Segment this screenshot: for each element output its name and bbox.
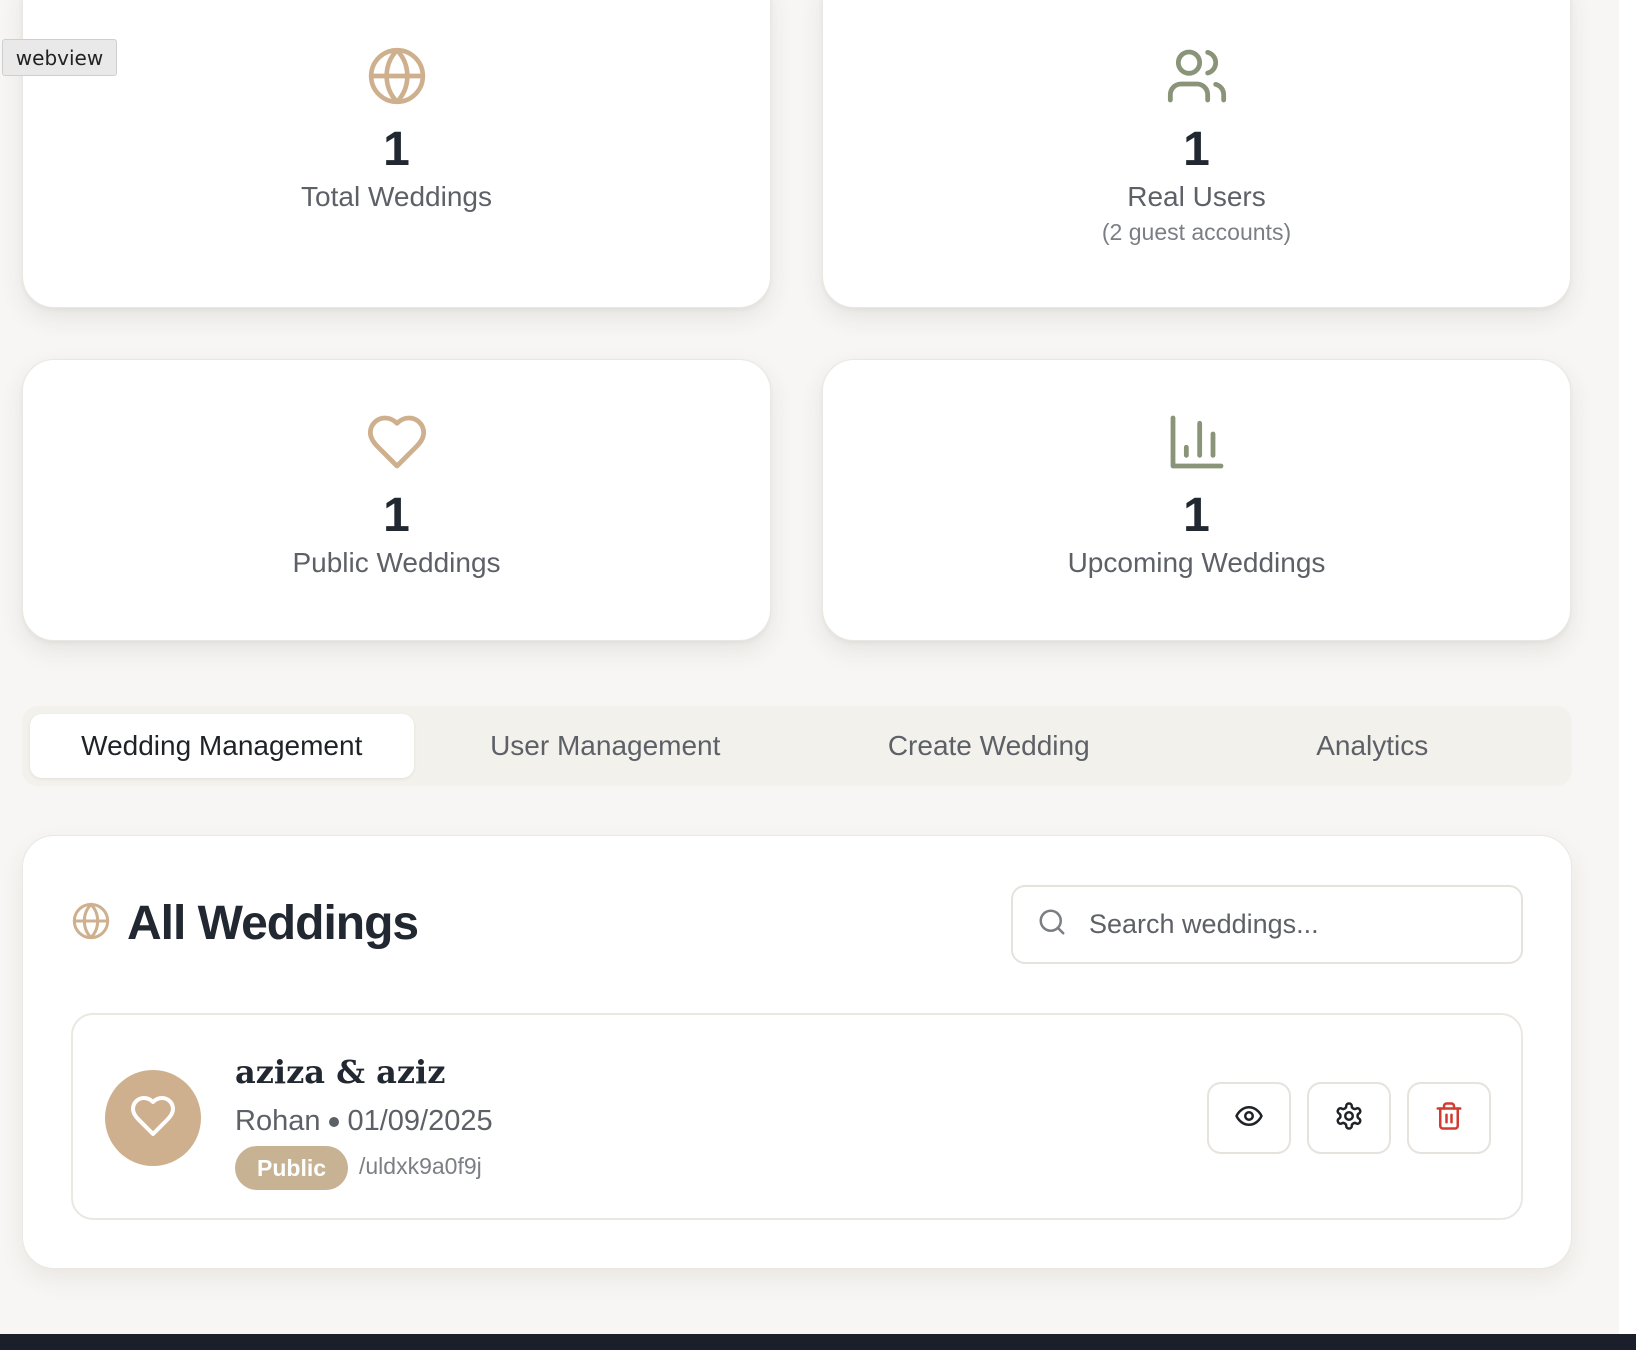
heart-icon	[129, 1092, 177, 1145]
stat-label: Upcoming Weddings	[1067, 547, 1326, 578]
panel-header: All Weddings	[71, 896, 419, 951]
separator-dot	[329, 1116, 340, 1127]
avatar	[105, 1070, 201, 1166]
stat-value: 1	[383, 489, 410, 542]
delete-wedding-button[interactable]	[1407, 1082, 1491, 1154]
stat-card-real-users: 1 Real Users (2 guest accounts)	[822, 0, 1571, 308]
stat-label: Total Weddings	[301, 181, 492, 212]
scrollbar[interactable]	[1619, 0, 1636, 1334]
view-wedding-button[interactable]	[1207, 1082, 1291, 1154]
stat-card-upcoming-weddings: 1 Upcoming Weddings	[822, 359, 1571, 641]
wedding-name: aziza & aziz	[235, 1053, 446, 1091]
tab-create-wedding[interactable]: Create Wedding	[797, 714, 1181, 778]
eye-icon	[1234, 1101, 1264, 1136]
wedding-meta: Rohan 01/09/2025	[235, 1105, 493, 1138]
gear-icon	[1334, 1101, 1364, 1136]
webview-label: webview	[2, 39, 117, 76]
all-weddings-panel: All Weddings aziza & aziz Roh	[22, 835, 1572, 1269]
tab-wedding-management[interactable]: Wedding Management	[30, 714, 414, 778]
stat-value: 1	[1183, 123, 1210, 176]
search-icon	[1037, 907, 1067, 942]
wedding-slug: /uldxk9a0f9j	[359, 1153, 482, 1179]
tab-analytics[interactable]: Analytics	[1181, 714, 1565, 778]
heart-icon	[365, 410, 429, 474]
bar-chart-icon	[1165, 410, 1229, 474]
globe-icon	[365, 44, 429, 108]
stat-sublabel: (2 guest accounts)	[1101, 219, 1292, 245]
wedding-owner: Rohan	[235, 1105, 321, 1137]
stat-label: Real Users	[1127, 181, 1266, 212]
dashboard-viewport: webview 1 Total Weddings 1 Real Users (2…	[0, 0, 1619, 1334]
stat-value: 1	[383, 123, 410, 176]
wedding-date: 01/09/2025	[347, 1105, 493, 1137]
stat-value: 1	[1183, 489, 1210, 542]
search-input[interactable]	[1089, 909, 1489, 940]
admin-tabs: Wedding Management User Management Creat…	[22, 706, 1572, 786]
stat-label: Public Weddings	[292, 547, 501, 578]
tab-user-management[interactable]: User Management	[414, 714, 798, 778]
users-icon	[1165, 44, 1229, 108]
trash-icon	[1434, 1101, 1464, 1136]
wedding-settings-button[interactable]	[1307, 1082, 1391, 1154]
globe-icon	[71, 901, 111, 946]
panel-title: All Weddings	[127, 897, 419, 950]
visibility-badge: Public	[235, 1146, 349, 1190]
search-box	[1011, 885, 1523, 964]
stat-card-total-weddings: 1 Total Weddings	[22, 0, 771, 308]
wedding-list-item: aziza & aziz Rohan 01/09/2025 Public /ul…	[71, 1013, 1523, 1220]
stat-card-public-weddings: 1 Public Weddings	[22, 359, 771, 641]
